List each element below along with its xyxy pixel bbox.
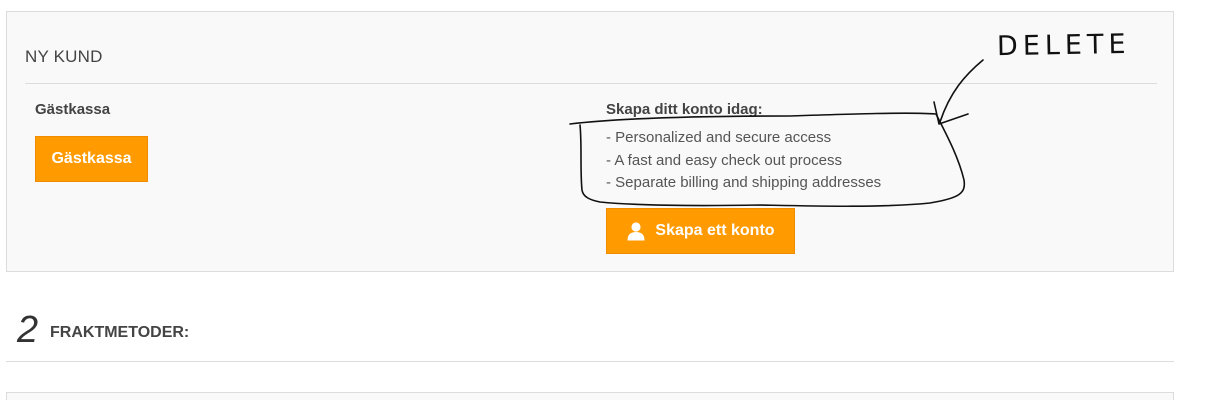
shipping-methods-panel (6, 392, 1174, 400)
guest-checkout-title: Gästkassa (35, 101, 111, 118)
panel-divider (25, 83, 1157, 84)
shipping-methods-title: FRAKTMETODER: (50, 324, 190, 341)
benefit-item: - A fast and easy check out process (606, 151, 842, 169)
new-customer-title: NY KUND (25, 47, 103, 66)
benefit-item: - Personalized and secure access (606, 129, 832, 146)
step-divider (6, 361, 1174, 362)
step-number: 2 (17, 309, 39, 351)
annotation-delete-text: DELETE (996, 28, 1131, 63)
create-account-title: Skapa ditt konto idag: (606, 101, 763, 118)
checkout-page: NY KUND Gästkassa Gästkassa Skapa ditt k… (0, 0, 1210, 400)
benefit-item: - Separate billing and shipping addresse… (606, 174, 882, 191)
create-account-button-label: Skapa ett konto (655, 222, 775, 239)
create-account-button[interactable]: Skapa ett konto (606, 208, 795, 254)
guest-checkout-button-label: Gästkassa (51, 150, 132, 167)
account-benefits-list: - Personalized and secure access - A fas… (606, 127, 881, 195)
user-icon (627, 222, 645, 241)
guest-checkout-button[interactable]: Gästkassa (35, 136, 148, 182)
